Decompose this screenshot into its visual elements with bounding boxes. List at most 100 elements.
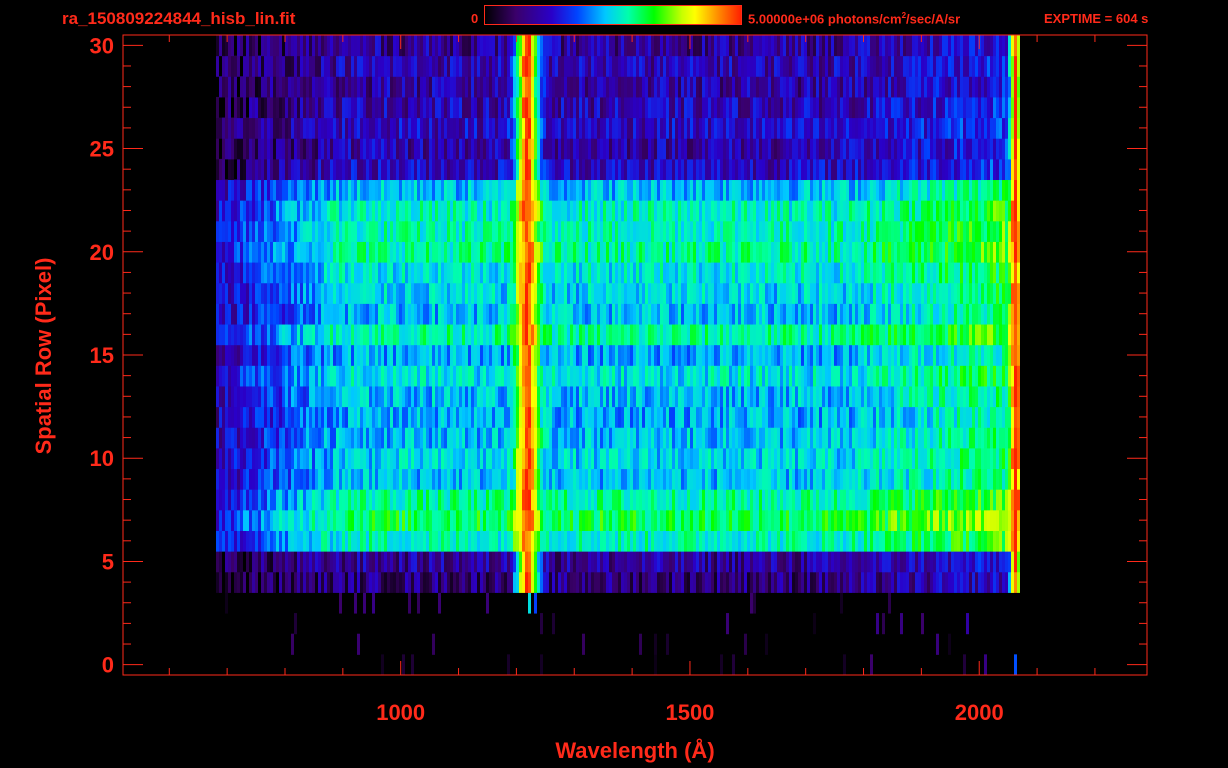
heatmap-cell [780, 468, 783, 490]
heatmap-cell [345, 468, 348, 490]
heatmap-cell [951, 427, 954, 449]
heatmap-cell [399, 220, 402, 242]
heatmap-cell [831, 447, 834, 470]
heatmap-cell [711, 365, 714, 387]
heatmap-cell [522, 324, 525, 346]
heatmap-cell [555, 220, 558, 242]
heatmap-cell [531, 241, 534, 263]
heatmap-cell [270, 551, 273, 573]
heatmap-cell [465, 385, 468, 408]
heatmap-cell [855, 324, 858, 346]
heatmap-cell [672, 303, 675, 325]
heatmap-cell [879, 509, 882, 531]
heatmap-cell [261, 365, 264, 387]
heatmap-cell [648, 262, 651, 284]
heatmap-cell [654, 654, 657, 676]
heatmap-cell [531, 551, 534, 573]
heatmap-cell [771, 551, 774, 573]
heatmap-cell [516, 489, 519, 511]
heatmap-cell [612, 468, 615, 490]
heatmap-cell [1005, 220, 1008, 242]
heatmap-cell [804, 385, 807, 408]
heatmap-cell [834, 509, 837, 531]
heatmap-cell [849, 385, 852, 408]
heatmap-cell [621, 344, 624, 366]
heatmap-cell [855, 509, 858, 531]
heatmap-cell [219, 489, 222, 511]
heatmap-cell [825, 468, 828, 490]
heatmap-cell [471, 200, 474, 222]
heatmap-cell [972, 551, 975, 573]
heatmap-cell [624, 427, 627, 449]
heatmap-cell [738, 468, 741, 490]
heatmap-cell [765, 406, 768, 428]
heatmap-cell [840, 282, 843, 304]
heatmap-cell [390, 509, 393, 531]
heatmap-cell [582, 509, 585, 531]
heatmap-cell [504, 571, 507, 593]
heatmap-cell [744, 344, 747, 366]
heatmap-cell [309, 241, 312, 263]
heatmap-cell [567, 571, 570, 593]
heatmap-cell [633, 571, 636, 593]
heatmap-cell [717, 303, 720, 325]
heatmap-cell [429, 262, 432, 284]
heatmap-cell [990, 303, 993, 325]
heatmap-cell [861, 241, 864, 263]
heatmap-cell [291, 530, 294, 552]
heatmap-cell [420, 365, 423, 387]
heatmap-cell [507, 262, 510, 284]
heatmap-cell [408, 241, 411, 263]
heatmap-cell [237, 385, 240, 408]
heatmap-cell [465, 344, 468, 366]
heatmap-cell [375, 468, 378, 490]
heatmap-cell [315, 530, 318, 552]
heatmap-cell [792, 509, 795, 531]
heatmap-cell [771, 447, 774, 470]
heatmap-cell [528, 406, 531, 428]
heatmap-cell [990, 509, 993, 531]
heatmap-cell [420, 427, 423, 449]
heatmap-cell [540, 613, 543, 635]
heatmap-cell [477, 489, 480, 511]
heatmap-cell [648, 468, 651, 490]
heatmap-cell [621, 468, 624, 490]
heatmap-cell [885, 344, 888, 366]
heatmap-cell [258, 303, 261, 325]
heatmap-cell [300, 282, 303, 304]
heatmap-cell [1005, 303, 1008, 325]
heatmap-cell [321, 406, 324, 428]
heatmap-cell [834, 220, 837, 242]
heatmap-cell [456, 282, 459, 304]
heatmap-cell [966, 551, 969, 573]
heatmap-cell [612, 447, 615, 470]
heatmap-cell [978, 530, 981, 552]
heatmap-cell [300, 324, 303, 346]
heatmap-cell [813, 613, 816, 635]
heatmap-cell [468, 509, 471, 531]
heatmap-cell [1008, 468, 1011, 490]
heatmap-cell [711, 303, 714, 325]
heatmap-cell [714, 344, 717, 366]
heatmap-cell [303, 324, 306, 346]
heatmap-cell [477, 365, 480, 387]
heatmap-cell [327, 530, 330, 552]
heatmap-cell [930, 468, 933, 490]
heatmap-cell [222, 406, 225, 428]
heatmap-cell [300, 385, 303, 408]
heatmap-cell [825, 262, 828, 284]
heatmap-cell [537, 406, 540, 428]
heatmap-cell [372, 406, 375, 428]
heatmap-cell [693, 406, 696, 428]
heatmap-cell [807, 571, 810, 593]
heatmap-cell [375, 241, 378, 263]
heatmap-cell [711, 220, 714, 242]
heatmap-cell [981, 551, 984, 573]
heatmap-cell [894, 385, 897, 408]
heatmap-cell [327, 365, 330, 387]
heatmap-cell [909, 262, 912, 284]
heatmap-cell [648, 282, 651, 304]
heatmap-cell [822, 241, 825, 263]
heatmap-cell [669, 324, 672, 346]
heatmap-cell [249, 530, 252, 552]
